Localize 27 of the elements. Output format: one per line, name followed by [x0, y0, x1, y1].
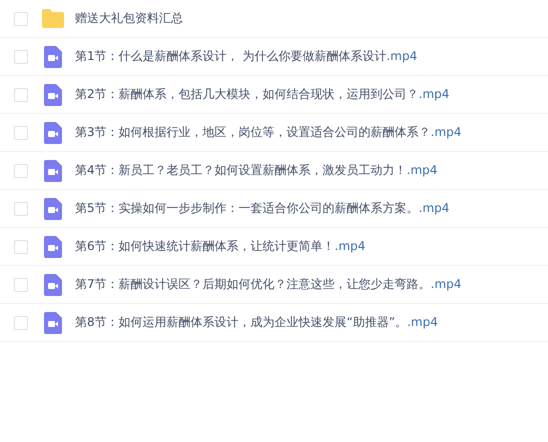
folder-icon [41, 9, 65, 28]
file-name[interactable]: 第7节：薪酬设计误区？后期如何优化？注意这些，让您少走弯路。.mp4 [75, 276, 462, 293]
file-name[interactable]: 赠送大礼包资料汇总 [75, 10, 183, 27]
checkbox[interactable] [14, 126, 28, 140]
video-file-icon [44, 312, 62, 334]
video-file-icon [44, 46, 62, 68]
checkbox[interactable] [14, 316, 28, 330]
checkbox[interactable] [14, 202, 28, 216]
file-name[interactable]: 第2节：薪酬体系，包括几大模块，如何结合现状，运用到公司？.mp4 [75, 86, 450, 103]
checkbox[interactable] [14, 12, 28, 26]
checkbox[interactable] [14, 50, 28, 64]
checkbox[interactable] [14, 278, 28, 292]
checkbox[interactable] [14, 240, 28, 254]
video-file-icon [44, 274, 62, 296]
checkbox[interactable] [14, 88, 28, 102]
file-name[interactable]: 第8节：如何运用薪酬体系设计，成为企业快速发展“助推器”。.mp4 [75, 314, 438, 331]
checkbox[interactable] [14, 164, 28, 178]
file-name[interactable]: 第6节：如何快速统计薪酬体系，让统计更简单！.mp4 [75, 238, 366, 255]
file-name[interactable]: 第1节：什么是薪酬体系设计， 为什么你要做薪酬体系设计.mp4 [75, 48, 418, 65]
video-file-icon [44, 236, 62, 258]
file-name[interactable]: 第3节：如何根据行业，地区，岗位等，设置适合公司的薪酬体系？.mp4 [75, 124, 462, 141]
video-file-icon [44, 84, 62, 106]
file-name[interactable]: 第4节：新员工？老员工？如何设置薪酬体系，激发员工动力！.mp4 [75, 162, 438, 179]
file-name[interactable]: 第5节：实操如何一步步制作：一套适合你公司的薪酬体系方案。.mp4 [75, 200, 450, 217]
video-file-icon [44, 160, 62, 182]
video-file-icon [44, 198, 62, 220]
video-file-icon [44, 122, 62, 144]
